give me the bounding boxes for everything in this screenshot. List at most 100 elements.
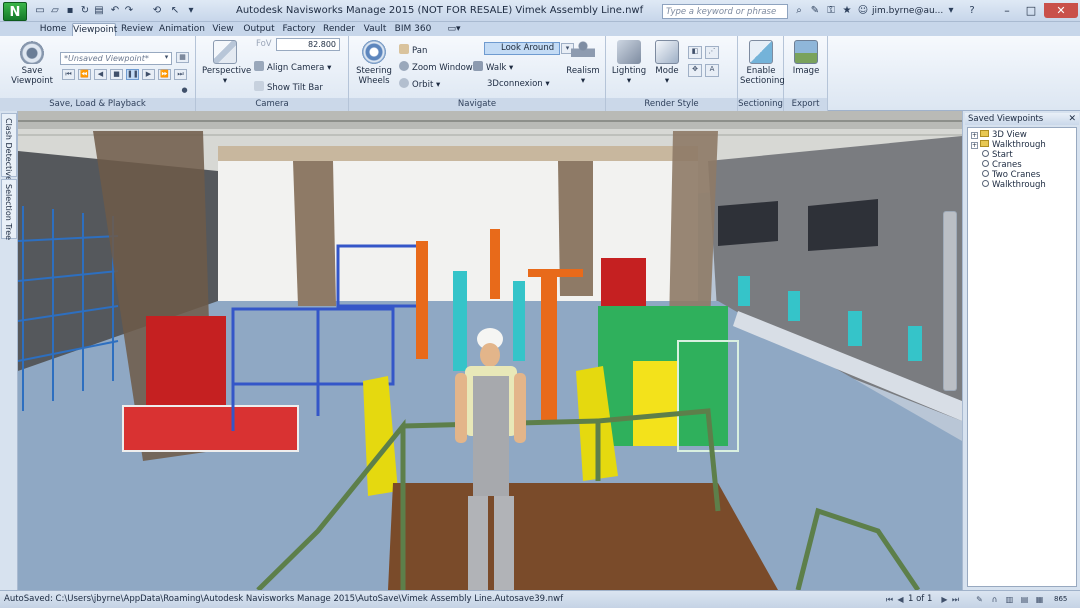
image-export-button[interactable]: Image [786, 40, 826, 76]
combo-dropdown-icon[interactable]: ▾ [160, 53, 173, 64]
new-file-icon[interactable]: ▭ [33, 4, 47, 18]
end-icon[interactable]: ⏭ [174, 69, 187, 80]
list-item[interactable]: Walkthrough [982, 180, 1046, 190]
memory-icon: ▦ [1035, 595, 1044, 604]
tab-animation[interactable]: Animation [158, 23, 206, 36]
orbit-icon [399, 78, 409, 88]
list-item[interactable]: +Walkthrough [971, 140, 1046, 150]
walk-button[interactable]: Walk ▾ [473, 61, 513, 74]
points-icon[interactable]: ✥ [688, 64, 702, 77]
tab-review[interactable]: Review [118, 23, 156, 36]
look-around-button[interactable]: Look Around [484, 42, 560, 55]
ribbon-options-icon[interactable]: ▭▾ [442, 23, 466, 36]
manage-viewpoints-icon[interactable]: ▦ [176, 52, 189, 63]
3dconnexion-label: 3Dconnexion [487, 79, 543, 89]
tab-viewpoint[interactable]: Viewpoint [72, 23, 116, 36]
wrench-icon[interactable]: ✎ [809, 5, 821, 17]
mode-button[interactable]: Mode ▾ [650, 40, 684, 86]
mode-dropdown-icon: ▾ [650, 76, 684, 86]
viewpoint-icon [982, 150, 989, 157]
steering-wheels-button[interactable]: Steering Wheels [355, 40, 393, 86]
mode-label: Mode [650, 66, 684, 76]
first-page-icon[interactable]: ⏮ [885, 595, 894, 604]
saved-viewpoints-list[interactable]: +3D View +Walkthrough Start Cranes Two C… [967, 127, 1077, 587]
magnet-icon[interactable]: ∩ [990, 595, 999, 604]
star-icon[interactable]: ★ [841, 5, 853, 17]
step-back-icon[interactable]: ⏪ [78, 69, 91, 80]
stop-icon[interactable]: ■ [110, 69, 123, 80]
red-bin-rack [123, 406, 298, 451]
hand-icon [399, 44, 409, 54]
user-icon[interactable]: ☺ [857, 5, 869, 17]
pan-button[interactable]: Pan [399, 44, 427, 57]
navigation-bar[interactable] [943, 211, 957, 391]
performance-icon: ▥ [1005, 595, 1014, 604]
last-page-icon[interactable]: ⏭ [951, 595, 960, 604]
list-item[interactable]: +3D View [971, 130, 1027, 140]
help-icon[interactable]: ? [966, 5, 978, 17]
tab-output[interactable]: Output [240, 23, 278, 36]
tab-view[interactable]: View [208, 23, 238, 36]
steering-label-2: Wheels [355, 76, 393, 86]
step-forward-icon[interactable]: ⏩ [158, 69, 171, 80]
lighting-button[interactable]: Lighting ▾ [610, 40, 648, 86]
redo-icon[interactable]: ↷ [122, 4, 136, 18]
expand-icon[interactable]: + [971, 142, 978, 149]
text-icon[interactable]: A [705, 64, 719, 77]
3dconnexion-button[interactable]: 3Dconnexion ▾ [487, 78, 550, 90]
prev-page-icon[interactable]: ◀ [896, 595, 905, 604]
tab-factory[interactable]: Factory [280, 23, 318, 36]
print-icon[interactable]: ▤ [92, 4, 106, 18]
selection-tree-tab[interactable]: Selection Tree [1, 179, 17, 239]
app-menu-button[interactable]: N [3, 2, 27, 21]
close-button[interactable]: ✕ [1044, 3, 1078, 18]
align-camera-button[interactable]: Align Camera ▾ [254, 61, 331, 74]
perspective-button[interactable]: Perspective ▾ [202, 40, 248, 86]
open-folder-icon[interactable]: ▱ [48, 4, 62, 18]
tab-bim360[interactable]: BIM 360 [392, 23, 434, 36]
search-input[interactable]: Type a keyword or phrase [662, 4, 788, 19]
maximize-button[interactable]: □ [1019, 3, 1043, 18]
play-reverse-icon[interactable]: ◀ [94, 69, 107, 80]
qat-dropdown-icon[interactable]: ▾ [184, 4, 198, 18]
key-icon[interactable]: ⚿ [825, 5, 837, 17]
list-item[interactable]: Cranes [982, 160, 1022, 170]
record-icon[interactable]: ● [178, 86, 191, 97]
pencil-icon[interactable]: ✎ [975, 595, 984, 604]
realism-button[interactable]: Realism ▾ [563, 40, 603, 86]
select-icon[interactable]: ⟲ [150, 4, 164, 18]
lines-icon[interactable]: ⋰ [705, 46, 719, 59]
orbit-button[interactable]: Orbit ▾ [399, 78, 440, 91]
user-name[interactable]: jim.byrne@au... [872, 6, 943, 16]
wooden-platform [388, 483, 778, 590]
refresh-icon[interactable]: ↻ [78, 4, 92, 18]
fov-input[interactable]: 82.800 [276, 38, 340, 51]
clash-detective-tab[interactable]: Clash Detective [1, 113, 17, 177]
show-tilt-bar-button[interactable]: Show Tilt Bar [254, 81, 323, 94]
list-item[interactable]: Start [982, 150, 1013, 160]
viewpoint-combo[interactable]: *Unsaved Viewpoint* [60, 52, 172, 65]
cursor-icon[interactable]: ↖ [168, 4, 182, 18]
3d-viewport[interactable] [18, 111, 962, 590]
undo-icon[interactable]: ↶ [108, 4, 122, 18]
enable-sectioning-button[interactable]: Enable Sectioning [740, 40, 782, 86]
save-viewpoint-button[interactable]: Save Viewpoint [10, 40, 54, 86]
minimize-button[interactable]: – [995, 3, 1019, 18]
surfaces-icon[interactable]: ◧ [688, 46, 702, 59]
next-page-icon[interactable]: ▶ [940, 595, 949, 604]
dropdown-icon[interactable]: ▾ [945, 5, 957, 17]
pause-icon[interactable]: ❚❚ [126, 69, 139, 80]
tab-vault[interactable]: Vault [360, 23, 390, 36]
play-icon[interactable]: ▶ [142, 69, 155, 80]
tab-render[interactable]: Render [320, 23, 358, 36]
yellow-panel [633, 361, 678, 446]
list-item[interactable]: Two Cranes [982, 170, 1040, 180]
zoom-window-button[interactable]: Zoom Window ▾ [399, 61, 480, 74]
panel-close-icon[interactable]: ✕ [1068, 113, 1076, 125]
rewind-icon[interactable]: ⏮ [62, 69, 75, 80]
expand-icon[interactable]: + [971, 132, 978, 139]
save-icon[interactable]: ▪ [63, 4, 77, 18]
tab-home[interactable]: Home [36, 23, 70, 36]
binoculars-icon[interactable]: ⌕ [793, 5, 805, 17]
jib-crane [541, 271, 557, 421]
